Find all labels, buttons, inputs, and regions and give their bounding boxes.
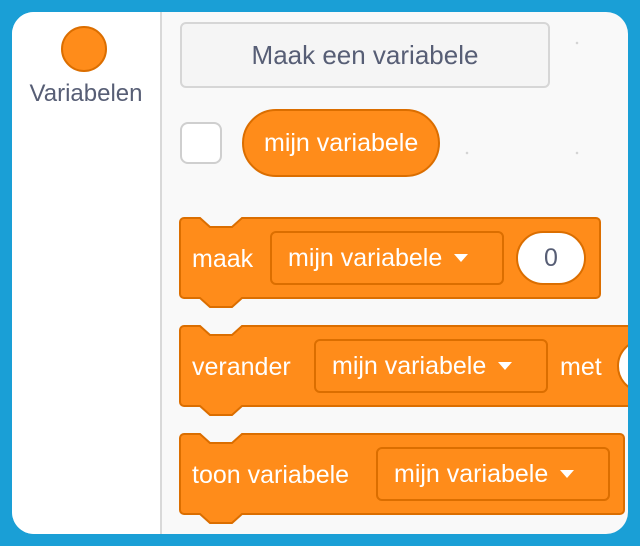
blocks-palette-frame: Variabelen Maak een variabele mijn varia…	[12, 12, 628, 534]
variables-category-icon[interactable]	[61, 26, 107, 72]
variables-category-label[interactable]: Variabelen	[12, 80, 160, 108]
show-dropdown-value: mijn variabele	[394, 459, 549, 488]
show-variable-dropdown[interactable]: mijn variabele	[376, 447, 610, 501]
palette-workspace: Maak een variabele mijn variabele maak m…	[162, 12, 628, 534]
set-value-input[interactable]: 0	[516, 231, 586, 285]
set-dropdown-value: mijn variabele	[288, 243, 443, 272]
change-block-suffix: met	[560, 353, 602, 381]
chevron-down-icon	[498, 362, 513, 370]
change-variable-dropdown[interactable]: mijn variabele	[314, 339, 548, 393]
category-sidebar: Variabelen	[12, 12, 162, 534]
change-block-label: verander	[192, 353, 291, 381]
show-block-label: toon variabele	[192, 461, 350, 489]
set-block-label: maak	[192, 245, 254, 273]
chevron-down-icon	[454, 254, 469, 262]
change-dropdown-value: mijn variabele	[332, 351, 487, 380]
set-variable-dropdown[interactable]: mijn variabele	[270, 231, 504, 285]
chevron-down-icon	[560, 470, 575, 478]
